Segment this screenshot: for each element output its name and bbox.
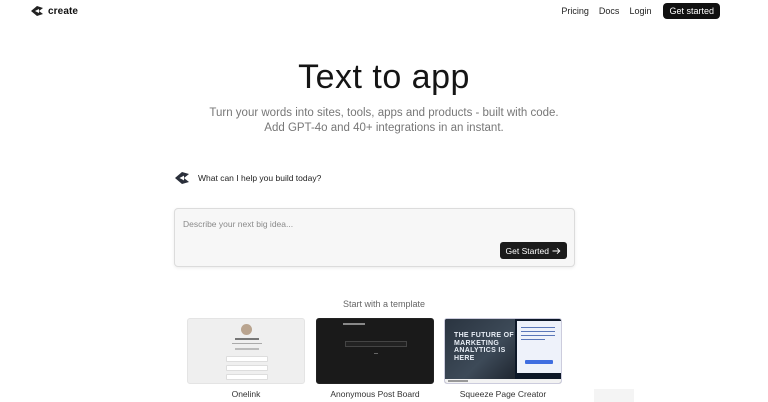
background-block <box>594 389 634 402</box>
template-thumbnail: THE FUTURE OF MARKETING ANALYTICS IS HER… <box>444 318 562 384</box>
template-card-anonymous-post-board[interactable]: Anonymous Post Board <box>316 318 434 399</box>
idea-input[interactable] <box>175 209 574 239</box>
hero-subtitle-line-2: Add GPT-4o and 40+ integrations in an in… <box>264 122 504 134</box>
brand-name: create <box>48 5 79 17</box>
templates-heading: Start with a template <box>342 299 426 309</box>
create-logo-icon <box>31 6 43 16</box>
template-name: Anonymous Post Board <box>330 389 420 399</box>
template-thumbnail <box>316 318 434 384</box>
nav-login-link[interactable]: Login <box>629 6 651 16</box>
nav-pricing-link[interactable]: Pricing <box>561 6 589 16</box>
template-card-squeeze-page-creator[interactable]: THE FUTURE OF MARKETING ANALYTICS IS HER… <box>444 318 562 399</box>
get-started-button[interactable]: Get Started <box>499 242 567 259</box>
top-nav: Pricing Docs Login Get started <box>561 3 720 19</box>
template-thumbnail <box>187 318 305 384</box>
assistant-prompt: What can I help you build today? <box>174 170 321 186</box>
arrow-right-icon <box>552 247 561 254</box>
top-bar: create Pricing Docs Login Get started <box>0 0 768 22</box>
page-title: Text to app <box>298 58 470 96</box>
create-logo-icon <box>175 172 189 184</box>
hero-subtitle-line-1: Turn your words into sites, tools, apps … <box>209 107 559 119</box>
get-started-button-label: Get Started <box>505 245 549 256</box>
template-name: Onelink <box>231 389 261 399</box>
template-card-onelink[interactable]: Onelink <box>187 318 305 399</box>
thumbnail-headline: THE FUTURE OF MARKETING ANALYTICS IS HER… <box>454 332 514 362</box>
hero-subtitle: Turn your words into sites, tools, apps … <box>0 106 768 136</box>
nav-docs-link[interactable]: Docs <box>599 6 620 16</box>
brand-logo[interactable]: create <box>30 4 78 18</box>
idea-input-box: Get Started <box>174 208 575 267</box>
template-name: Squeeze Page Creator <box>459 389 547 399</box>
get-started-nav-button[interactable]: Get started <box>663 3 720 19</box>
avatar <box>241 324 252 335</box>
prompt-question: What can I help you build today? <box>198 173 322 183</box>
